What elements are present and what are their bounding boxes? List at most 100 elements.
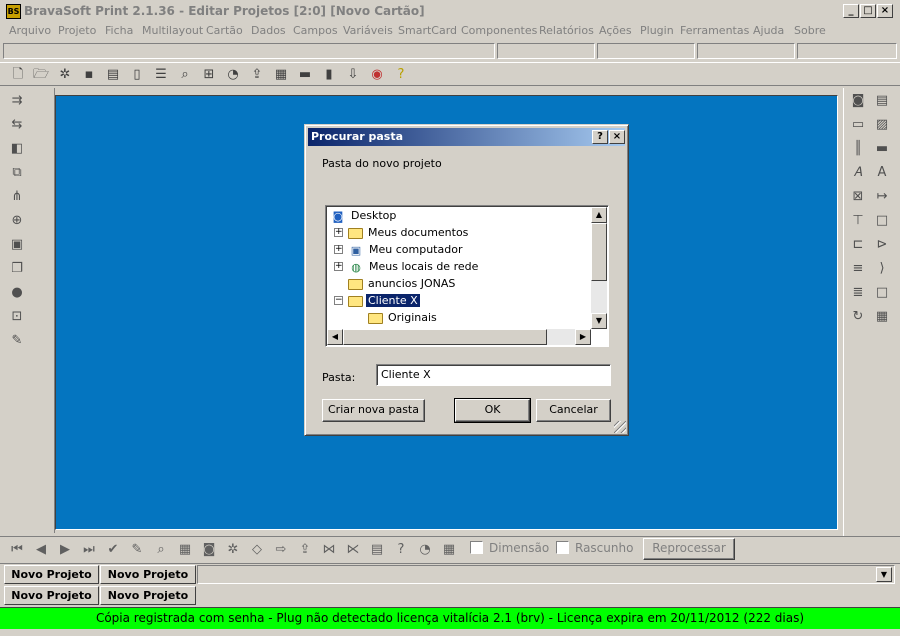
layer-icon[interactable]: ◧ [8,140,26,158]
last-record-icon[interactable]: ⏭ [81,542,97,558]
list-icon[interactable]: ☰ [153,67,169,83]
link-icon[interactable]: ⋈ [321,542,337,558]
connect-icon[interactable]: ⋉ [345,542,361,558]
help-icon[interactable]: ? [393,67,409,83]
menu-acoes[interactable]: Ações [599,24,632,37]
scroll-right-icon[interactable]: ▶ [575,329,591,345]
copy-icon[interactable]: ❐ [8,260,26,278]
lock-icon[interactable]: ● [8,284,26,302]
text-style-icon[interactable]: 𝐴 [849,164,867,182]
project-tab[interactable]: Novo Projeto [4,586,99,605]
tree-node-network[interactable]: ◍ Meus locais de rede [348,259,480,275]
menu-ajuda[interactable]: Ajuda [753,24,784,37]
arrow-right-icon[interactable]: ↦ [873,188,891,206]
scroll-left-icon[interactable]: ◀ [327,329,343,345]
menu-ferramentas[interactable]: Ferramentas [680,24,749,37]
check-icon[interactable]: ✔ [105,542,121,558]
page-icon[interactable]: ▣ [8,236,26,254]
export-icon[interactable]: ⇪ [297,542,313,558]
cylinder-icon[interactable]: ▮ [321,67,337,83]
edit-icon[interactable]: ✎ [8,332,26,350]
next-icon[interactable]: ▶ [57,542,73,558]
cancel-button[interactable]: Cancelar [536,399,611,422]
menu-variaveis[interactable]: Variáveis [343,24,393,37]
align-icon[interactable]: ⇉ [8,92,26,110]
expand-icon[interactable]: + [334,262,343,271]
calendar-icon[interactable]: ▦ [441,542,457,558]
tools-icon[interactable]: ✲ [225,542,241,558]
tabs-dropdown-icon[interactable]: ▼ [876,567,892,582]
first-record-icon[interactable]: ⏮ [9,542,25,558]
tree-vertical-scrollbar[interactable]: ▲ ▼ [591,207,607,329]
minimize-button[interactable]: _ [843,4,859,18]
image-icon[interactable]: ▨ [873,116,891,134]
dialog-close-button[interactable]: × [609,130,625,144]
menu-cartao[interactable]: Cartão [206,24,243,37]
hierarchy-icon[interactable]: ⋔ [8,188,26,206]
document-icon[interactable]: ▯ [129,67,145,83]
reprocess-button[interactable]: Reprocessar [643,538,735,560]
tree-horizontal-scrollbar[interactable]: ◀ ▶ [327,329,591,345]
scroll-thumb[interactable] [591,223,607,281]
tree-node-computer[interactable]: ▣ Meu computador [348,242,464,258]
menu-smartcard[interactable]: SmartCard [398,24,457,37]
table-icon[interactable]: ▦ [177,542,193,558]
text-box-icon[interactable]: ⊠ [849,188,867,206]
forward-icon[interactable]: ⇨ [273,542,289,558]
camera-icon[interactable]: ◙ [201,542,217,558]
ok-button[interactable]: OK [454,398,531,423]
menu-dados[interactable]: Dados [251,24,286,37]
collapse-icon[interactable]: − [334,296,343,305]
camera-icon[interactable]: ◙ [849,92,867,110]
tree-node-cliente-x[interactable]: Cliente X [348,293,421,309]
pattern-icon[interactable]: ▦ [873,308,891,326]
printer-icon[interactable]: ▤ [873,92,891,110]
restore-button[interactable]: □ [860,4,876,18]
menu-projeto[interactable]: Projeto [58,24,96,37]
project-tab[interactable]: Novo Projeto [100,565,196,584]
refresh-icon[interactable]: ↻ [849,308,867,326]
tree-icon[interactable]: ⊞ [201,67,217,83]
print-icon[interactable]: ▤ [105,67,121,83]
font-icon[interactable]: A [873,164,891,182]
find-icon[interactable]: ⌕ [153,542,169,558]
project-tab[interactable]: Novo Projeto [4,565,99,584]
curve-icon[interactable]: ⟩ [873,260,891,278]
menu-plugin[interactable]: Plugin [640,24,674,37]
expand-icon[interactable]: + [334,245,343,254]
scroll-up-icon[interactable]: ▲ [591,207,607,223]
gear-icon[interactable]: ✲ [57,67,73,83]
color-wheel-icon[interactable]: ◉ [369,67,385,83]
tree-node-desktop[interactable]: ◙ Desktop [330,208,398,224]
previous-icon[interactable]: ◀ [33,542,49,558]
open-folder-icon[interactable]: 🗁 [33,67,49,83]
folder-tree[interactable]: ◙ Desktop + Meus documentos + ▣ Meu comput… [325,205,609,347]
dialog-help-button[interactable]: ? [592,130,608,144]
barcode-icon[interactable]: ║ [849,140,867,158]
import-icon[interactable]: ⇩ [345,67,361,83]
folder-name-field[interactable]: Cliente X [376,364,611,386]
menu-campos[interactable]: Campos [293,24,338,37]
query-icon[interactable]: ? [393,542,409,558]
id-card-icon[interactable]: ▭ [849,116,867,134]
tree-node-originais[interactable]: Originais [368,310,439,326]
menu-relatorios[interactable]: Relatórios [539,24,594,37]
draft-checkbox[interactable] [556,541,569,554]
square-icon[interactable]: □ [873,284,891,302]
export-icon[interactable]: ⇪ [249,67,265,83]
dimension-checkbox[interactable] [470,541,483,554]
menu-ficha[interactable]: Ficha [105,24,133,37]
scroll-thumb[interactable] [343,329,547,345]
grid-icon[interactable]: ▦ [273,67,289,83]
menu-componentes[interactable]: Componentes [461,24,537,37]
tree-node-anuncios[interactable]: anuncios JONAS [348,276,457,292]
scroll-down-icon[interactable]: ▼ [591,313,607,329]
dashed-icon[interactable]: ≣ [849,284,867,302]
bar-icon[interactable]: ▬ [297,67,313,83]
save-icon[interactable]: ▪ [81,67,97,83]
edit-record-icon[interactable]: ✎ [129,542,145,558]
play-icon[interactable]: ⊳ [873,236,891,254]
resize-grip[interactable] [614,421,626,433]
lines-icon[interactable]: ≡ [849,260,867,278]
tag-icon[interactable]: ◇ [249,542,265,558]
